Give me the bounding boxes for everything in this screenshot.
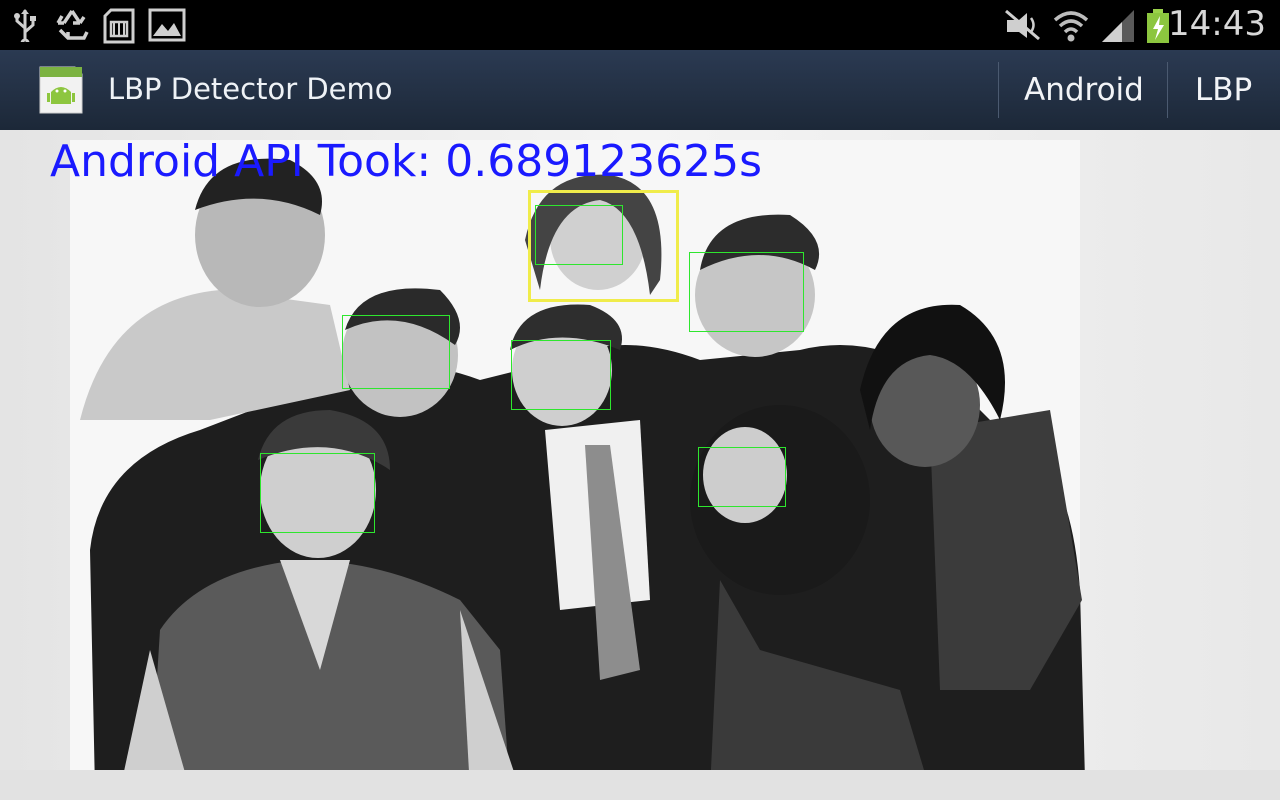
recycle-icon: [56, 10, 89, 40]
gallery-icon: [148, 8, 186, 42]
menu-divider: [998, 62, 999, 118]
clock: 14:43: [1168, 4, 1266, 44]
face-detection-box: [511, 340, 611, 410]
usb-icon: [14, 9, 36, 42]
app-icon[interactable]: [37, 64, 85, 116]
face-detection-box: [689, 252, 804, 332]
app-title: LBP Detector Demo: [108, 72, 393, 106]
menu-item-lbp[interactable]: LBP: [1195, 72, 1252, 108]
action-bar: LBP Detector Demo Android LBP: [0, 50, 1280, 131]
status-bar: 14:43: [0, 0, 1280, 50]
detection-time-label: Android API Took: 0.689123625s: [50, 136, 763, 187]
menu-item-android[interactable]: Android: [1024, 72, 1144, 108]
face-detection-box: [342, 315, 450, 389]
wifi-icon: [1053, 11, 1089, 42]
mute-icon: [1005, 9, 1040, 41]
face-detection-box: [535, 205, 623, 265]
signal-icon: [1102, 10, 1134, 42]
sd-card-icon: [103, 8, 135, 44]
menu-divider: [1167, 62, 1168, 118]
face-detection-box: [260, 453, 375, 533]
face-detection-box: [698, 447, 786, 507]
camera-preview: Android API Took: 0.689123625s: [0, 130, 1280, 800]
